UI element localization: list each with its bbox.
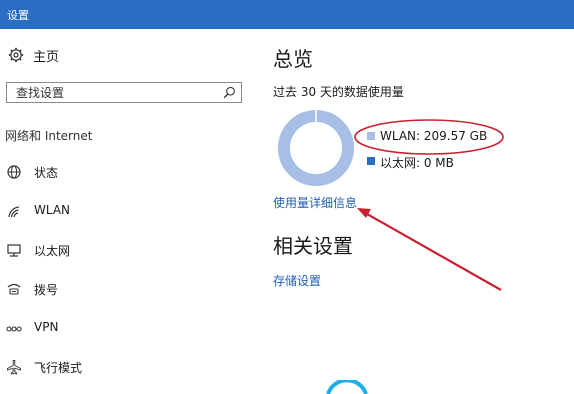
sidebar-item-label: 飞行模式: [34, 361, 83, 375]
page-title: 总览: [273, 47, 313, 71]
sidebar-item-label: WLAN: [34, 203, 71, 217]
ethernet-icon: [7, 244, 21, 257]
sidebar-item-home[interactable]: 主页: [8, 45, 238, 67]
title-bar: 设置: [0, 0, 574, 29]
dialup-icon: [7, 283, 21, 295]
sidebar-item-label: 状态: [34, 166, 59, 180]
sidebar-item-label: 以太网: [34, 244, 71, 258]
vpn-icon: [6, 326, 22, 332]
wifi-icon: [8, 206, 20, 218]
related-settings-title: 相关设置: [273, 234, 353, 258]
airplane-icon: [7, 360, 21, 375]
storage-settings-link[interactable]: 存储设置: [273, 272, 321, 289]
legend-label-wlan: WLAN: 209.57 GB: [380, 129, 488, 143]
sidebar-item-ethernet[interactable]: 以太网: [6, 237, 242, 263]
sidebar-item-status[interactable]: 状态: [6, 159, 242, 185]
sidebar-item-wlan[interactable]: WLAN: [6, 198, 242, 224]
sidebar-item-label: 主页: [33, 50, 60, 65]
search-input[interactable]: [7, 83, 221, 102]
legend-swatch-wlan: [367, 132, 375, 140]
section-header: 网络和 Internet: [5, 129, 93, 143]
legend-swatch-ethernet: [367, 157, 375, 165]
usage-period-label: 过去 30 天的数据使用量: [273, 85, 404, 99]
search-box[interactable]: [6, 82, 242, 103]
main-content: 总览 过去 30 天的数据使用量 WLAN: 209.57 GB 以太网: 0 …: [273, 29, 573, 390]
usage-details-link[interactable]: 使用量详细信息: [273, 194, 357, 211]
sidebar: 主页 网络和 Internet 状态 WLAN 以太网: [0, 29, 252, 390]
sidebar-item-airplane-mode[interactable]: 飞行模式: [6, 354, 242, 380]
legend-label-ethernet: 以太网: 0 MB: [380, 156, 454, 170]
search-icon[interactable]: [223, 86, 236, 99]
donut-ring-wlan: [278, 110, 354, 186]
usage-donut-chart: [278, 110, 354, 186]
sidebar-item-vpn[interactable]: VPN: [6, 315, 242, 341]
globe-icon: [7, 165, 21, 179]
sidebar-item-label: 拨号: [34, 283, 59, 297]
gear-icon: [8, 47, 24, 63]
sidebar-item-dialup[interactable]: 拨号: [6, 276, 242, 302]
sidebar-item-label: VPN: [34, 320, 59, 334]
partial-circle-graphic: [326, 380, 368, 394]
window-title: 设置: [7, 9, 29, 22]
